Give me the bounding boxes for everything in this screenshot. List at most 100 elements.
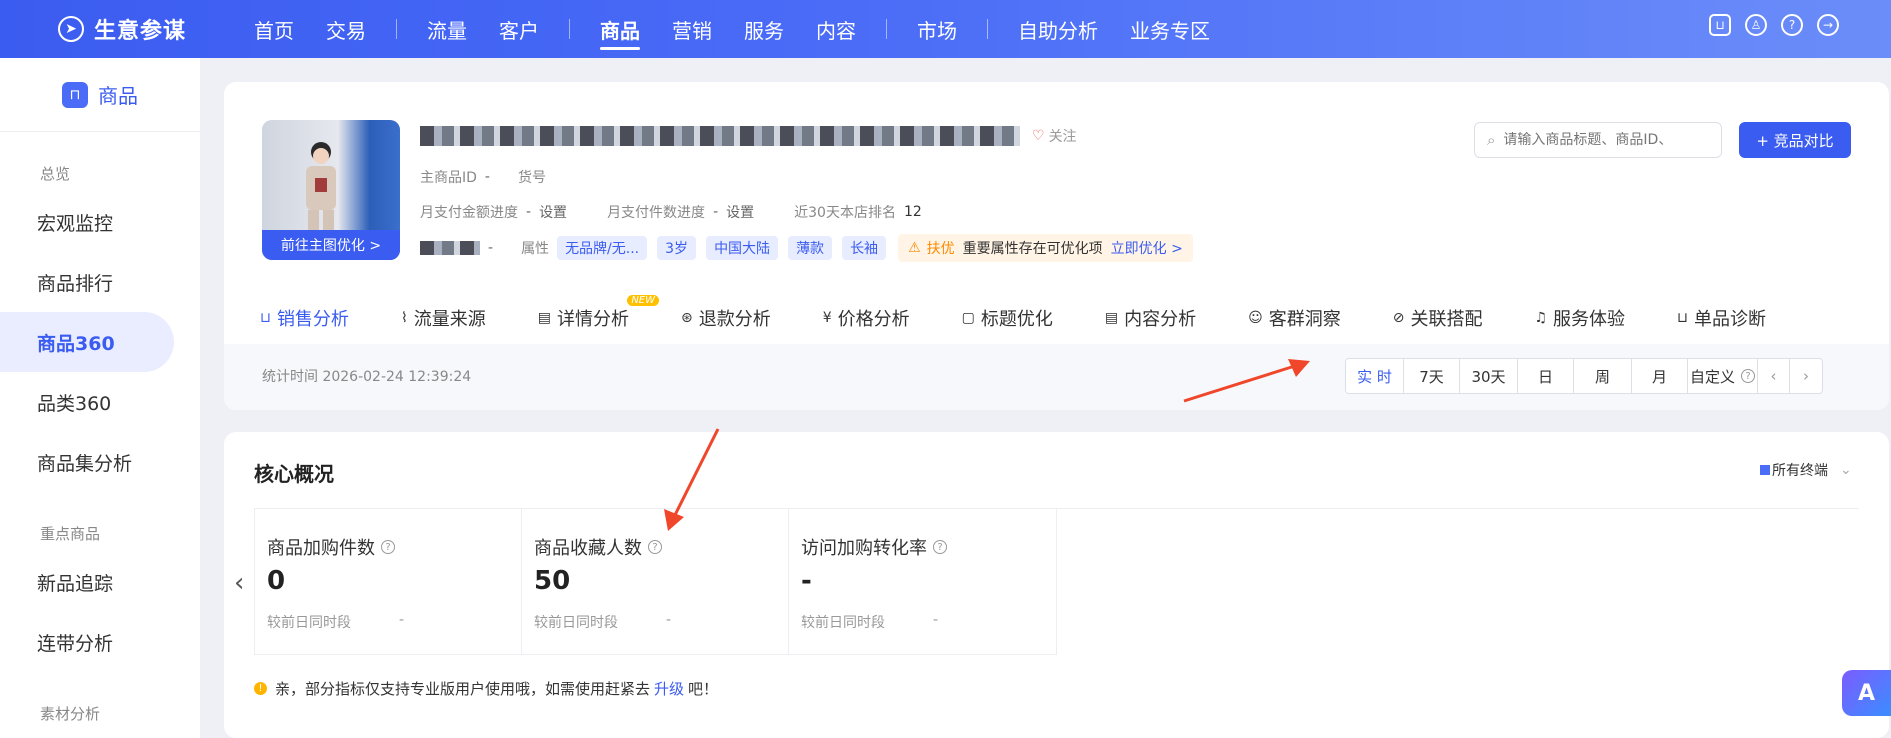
tab-service-experience[interactable]: ♫ 服务体验 [1534,305,1625,331]
product-info-card: 前往主图优化 > ♡ 关注 主商品ID - 货号 月支付金额进度 - 设置 月支… [224,82,1889,410]
range-7d[interactable]: 7天 [1404,359,1460,393]
bag-icon: ⊔ [260,310,271,326]
main-nav: 首页 交易 流量 客户 商品 营销 服务 内容 市场 自助分析 业务专区 [238,0,1226,58]
metric-value: 0 [267,566,286,596]
sidebar-item-joint-analysis[interactable]: 连带分析 [0,612,174,672]
metric-cart-conversion[interactable]: 访问加购转化率? - 较前日同时段 - [789,508,1056,654]
metric-value: - [801,566,812,596]
product-search[interactable]: ⌕ [1474,122,1722,158]
sidebar-group-overview: 总览 [40,165,71,183]
user-icon[interactable]: ♙ [1745,14,1767,36]
product-meta-row-2: 月支付金额进度 - 设置 月支付件数进度 - 设置 近30天本店排名 12 [420,202,950,222]
pay-count-set-link[interactable]: 设置 [726,202,754,222]
help-icon[interactable]: ? [381,540,395,554]
sidebar-header-label: 商品 [98,84,138,108]
tab-audience-insight[interactable]: ☺ 客群洞察 [1248,305,1341,331]
sidebar-item-new-product-tracking[interactable]: 新品追踪 [0,552,174,612]
range-month[interactable]: 月 [1632,359,1688,393]
metric-label-text: 访问加购转化率 [801,538,927,559]
tab-traffic-source[interactable]: ⌇ 流量来源 [401,305,486,331]
follow-button[interactable]: ♡ 关注 [1032,126,1077,146]
nav-item-home[interactable]: 首页 [238,0,310,58]
sidebar-item-product-rank[interactable]: 商品排行 [0,252,174,312]
diagnose-icon: ⊔ [1677,310,1688,326]
metric-label-text: 商品收藏人数 [534,538,642,559]
range-day[interactable]: 日 [1518,359,1574,393]
product-meta-row-3: - 属性 无品牌/无... 3岁 中国大陆 薄款 长袖 ⚠ 扶优 重要属性存在可… [420,234,1193,262]
range-realtime[interactable]: 实 时 [1346,359,1404,393]
product-search-input[interactable] [1503,132,1704,148]
bag-icon[interactable]: ⊔ [1709,14,1731,36]
nav-item-self-analysis[interactable]: 自助分析 [1002,0,1114,58]
upgrade-link[interactable]: 升级 [654,678,684,699]
go-main-image-optimize-button[interactable]: 前往主图优化 > [262,230,400,260]
tab-content-analysis[interactable]: ▤ 内容分析 [1105,305,1196,331]
content-icon: ▤ [1104,310,1119,326]
sidebar: ⊓ 商品 总览 宏观监控 商品排行 商品360 品类360 商品集分析 重点商品… [0,58,200,738]
range-next-button[interactable]: › [1790,359,1822,393]
help-icon: ? [1741,369,1755,383]
nav-item-trade[interactable]: 交易 [310,0,382,58]
metric-favorites[interactable]: 商品收藏人数? 50 较前日同时段 - [522,508,789,654]
sidebar-item-product-set-analysis[interactable]: 商品集分析 [0,432,174,492]
nav-item-product[interactable]: 商品 [584,0,656,58]
terminal-icon [1760,465,1770,475]
pay-amount-set-link[interactable]: 设置 [539,202,567,222]
help-icon[interactable]: ? [1781,14,1803,36]
terminal-select[interactable]: 所有终端 ⌄ [1760,460,1852,480]
sidebar-item-category-360[interactable]: 品类360 [0,372,174,432]
sidebar-item-macro-monitor[interactable]: 宏观监控 [0,192,174,252]
tab-detail-analysis[interactable]: ▤ 详情分析 NEW [538,295,660,331]
tab-label: 内容分析 [1124,309,1197,330]
main-id-label: 主商品ID [420,170,477,186]
logout-icon[interactable]: → [1817,14,1839,36]
tab-related-matching[interactable]: ⊘ 关联搭配 [1393,305,1483,331]
metric-value: 50 [534,566,571,596]
range-week[interactable]: 周 [1574,359,1632,393]
range-30d[interactable]: 30天 [1460,359,1518,393]
help-icon[interactable]: ? [933,540,947,554]
metric-compare-value: - [399,612,405,628]
metric-compare: 较前日同时段 - [267,612,509,632]
nav-item-business-zone[interactable]: 业务专区 [1114,0,1226,58]
price-icon: ¥ [822,310,832,326]
optimize-now-link[interactable]: 立即优化 > [1111,238,1183,258]
nav-separator [396,19,397,39]
tab-price-analysis[interactable]: ¥ 价格分析 [823,305,910,331]
tab-item-diagnosis[interactable]: ⊔ 单品诊断 [1677,305,1766,331]
metric-compare: 较前日同时段 - [801,612,1044,632]
nav-item-service[interactable]: 服务 [728,0,800,58]
attr-tag-origin: 中国大陆 [706,236,779,260]
nav-separator [569,19,570,39]
people-icon: ☺ [1248,310,1263,326]
nav-item-traffic[interactable]: 流量 [411,0,483,58]
notice-prefix: 亲，部分指标仅支持专业版用户使用哦，如需使用赶紧去 [275,680,651,698]
main-id-value: - [484,169,490,185]
tab-title-optimize[interactable]: ▢ 标题优化 [962,305,1053,331]
tab-sales-analysis[interactable]: ⊔ 销售分析 [260,305,349,331]
assistant-floating-icon[interactable]: A [1842,670,1891,716]
row3-value: - [488,240,494,256]
refund-icon: ⊛ [681,310,693,326]
attr-tag-age: 3岁 [657,236,697,260]
range-custom[interactable]: 自定义? [1688,359,1758,393]
app-logo[interactable]: ➤ 生意参谋 [58,13,218,45]
section-title: 核心概况 [254,462,334,486]
nav-item-marketing[interactable]: 营销 [656,0,728,58]
competitor-compare-button[interactable]: + 竞品对比 [1739,122,1851,158]
product-thumbnail[interactable]: 前往主图优化 > [262,120,400,260]
tab-refund-analysis[interactable]: ⊛ 退款分析 [681,305,771,331]
metric-add-to-cart[interactable]: 商品加购件数? 0 较前日同时段 - [255,508,522,654]
metric-compare-value: - [933,612,939,628]
help-icon[interactable]: ? [648,540,662,554]
chevron-left-icon[interactable]: ‹ [234,568,244,598]
metric-label: 商品收藏人数? [534,534,776,560]
metric-compare-value: - [666,612,672,628]
nav-item-content[interactable]: 内容 [800,0,872,58]
tab-label: 客群洞察 [1268,309,1341,330]
sidebar-item-product-360[interactable]: 商品360 [0,312,174,372]
nav-item-customer[interactable]: 客户 [483,0,555,58]
tab-label: 详情分析 [557,309,630,330]
nav-item-market[interactable]: 市场 [901,0,973,58]
range-prev-button[interactable]: ‹ [1758,359,1790,393]
